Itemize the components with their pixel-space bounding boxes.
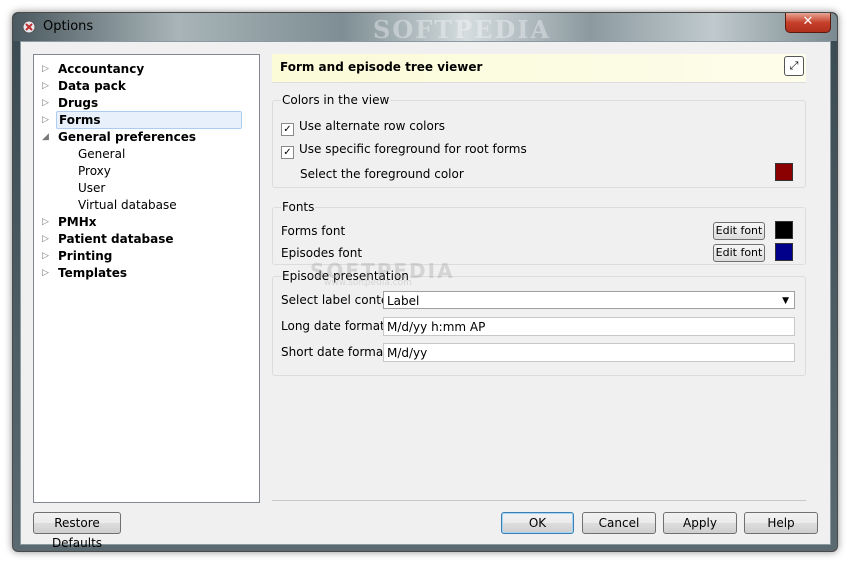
forms-font-color-swatch[interactable] xyxy=(775,221,793,239)
category-tree[interactable]: ▷ Accountancy ▷ Data pack ▷ Drugs ▷ Forms ◢ Gener… xyxy=(33,54,260,503)
tree-item-label: Patient database xyxy=(58,232,174,246)
panel-title: Form and episode tree viewer xyxy=(280,60,483,74)
alt-rows-checkbox[interactable]: ✓ Use alternate row colors xyxy=(281,119,445,136)
close-icon: ✕ xyxy=(802,14,814,29)
title-bar[interactable]: Options SOFTPEDIA ✕ xyxy=(13,13,837,44)
long-date-input[interactable]: M/d/yy h:mm AP xyxy=(383,317,795,336)
short-date-label: Short date format xyxy=(281,345,388,359)
collapsed-arrow-icon[interactable]: ▷ xyxy=(42,231,54,247)
expand-button[interactable]: ⤢ xyxy=(784,56,804,76)
expand-icon: ⤢ xyxy=(789,59,799,72)
collapsed-arrow-icon[interactable]: ▷ xyxy=(42,61,54,77)
collapsed-arrow-icon[interactable]: ▷ xyxy=(42,95,54,111)
apply-button[interactable]: Apply xyxy=(663,512,737,534)
check-icon: ✓ xyxy=(281,146,294,159)
options-app-icon xyxy=(22,20,36,34)
episodes-font-color-swatch[interactable] xyxy=(775,243,793,261)
label-content-select[interactable]: Label ▼ xyxy=(383,291,795,309)
root-fg-checkbox[interactable]: ✓ Use specific foreground for root forms xyxy=(281,142,527,159)
close-button[interactable]: ✕ xyxy=(785,13,831,33)
check-icon: ✓ xyxy=(281,123,294,136)
panel-divider xyxy=(272,500,806,501)
episode-group: Episode presentation Select label conten… xyxy=(272,269,806,376)
title-watermark: SOFTPEDIA xyxy=(373,15,552,44)
label-content-value: Label xyxy=(387,294,420,308)
tree-item-label: Data pack xyxy=(58,79,126,93)
root-fg-label: Use specific foreground for root forms xyxy=(299,142,527,156)
long-date-label: Long date format xyxy=(281,319,385,333)
ok-button[interactable]: OK xyxy=(501,512,574,534)
tree-item-label: PMHx xyxy=(58,215,97,229)
tree-item-label: Forms xyxy=(56,111,242,129)
fg-select-label: Select the foreground color xyxy=(300,167,464,181)
collapsed-arrow-icon[interactable]: ▷ xyxy=(42,265,54,281)
tree-item-label: User xyxy=(78,181,106,195)
collapsed-arrow-icon[interactable]: ▷ xyxy=(42,78,54,94)
collapsed-arrow-icon[interactable]: ▷ xyxy=(42,112,54,128)
foreground-color-swatch[interactable] xyxy=(775,163,793,181)
help-button[interactable]: Help xyxy=(744,512,818,534)
colors-group: Colors in the view ✓ Use alternate row co… xyxy=(272,93,806,188)
episodes-edit-font-button[interactable]: Edit font xyxy=(713,244,765,262)
tree-item-label: Printing xyxy=(58,249,113,263)
tree-item-label: General xyxy=(78,147,126,161)
forms-font-label: Forms font xyxy=(281,224,346,238)
fonts-group-title: Fonts xyxy=(281,200,316,214)
collapsed-arrow-icon[interactable]: ▷ xyxy=(42,214,54,230)
expanded-arrow-icon[interactable]: ◢ xyxy=(42,129,54,145)
alt-rows-label: Use alternate row colors xyxy=(299,119,446,133)
tree-item-label: Virtual database xyxy=(78,198,177,212)
window-title: Options xyxy=(43,19,94,34)
softpedia-watermark-url: www.softpedia.com xyxy=(324,278,412,288)
fonts-group: Fonts Forms font Edit font Episodes font… xyxy=(272,200,806,265)
chevron-down-icon: ▼ xyxy=(782,296,789,306)
panel-header: Form and episode tree viewer ⤢ xyxy=(272,54,806,83)
collapsed-arrow-icon[interactable]: ▷ xyxy=(42,248,54,264)
dialog-client: ▷ Accountancy ▷ Data pack ▷ Drugs ▷ Forms ◢ Gener… xyxy=(20,41,831,550)
tree-item-label: Drugs xyxy=(58,96,99,110)
options-window: Options SOFTPEDIA ✕ ▷ Accountancy ▷ Data pa… xyxy=(12,12,838,552)
forms-edit-font-button[interactable]: Edit font xyxy=(713,222,765,240)
tree-item-label: Templates xyxy=(58,266,128,280)
tree-item-label: General preferences xyxy=(58,130,196,144)
colors-group-title: Colors in the view xyxy=(281,93,391,107)
tree-item-label: Proxy xyxy=(78,164,111,178)
cancel-button[interactable]: Cancel xyxy=(582,512,656,534)
restore-defaults-button[interactable]: Restore Defaults xyxy=(33,512,121,550)
episodes-font-label: Episodes font xyxy=(281,246,363,260)
tree-item-label: Accountancy xyxy=(58,62,145,76)
short-date-input[interactable]: M/d/yy xyxy=(383,343,795,362)
